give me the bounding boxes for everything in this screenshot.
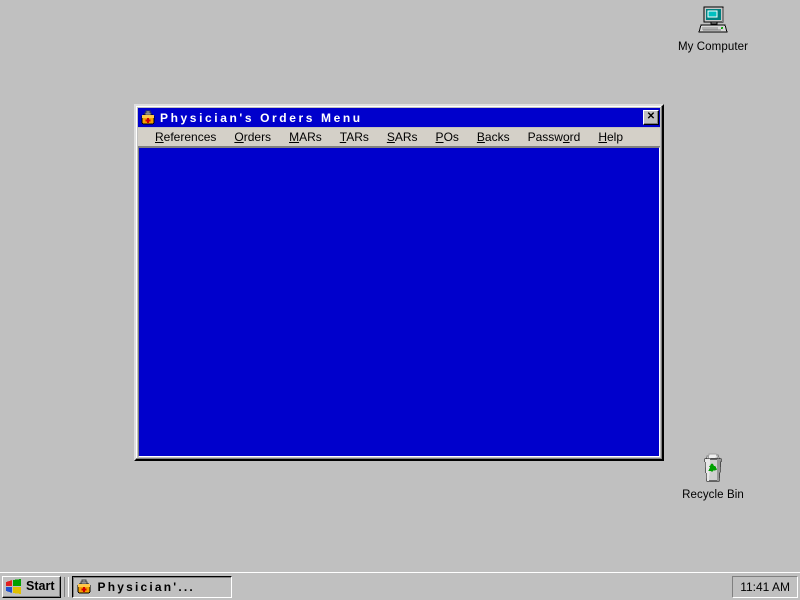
system-tray[interactable]: 11:41 AM [732, 575, 798, 598]
menu-item-help[interactable]: Help [589, 129, 632, 146]
menu-item-password[interactable]: Password [519, 129, 590, 146]
menu-item-mars[interactable]: MARs [280, 129, 331, 146]
desktop[interactable]: My Computer Recycle Bin Physician's Orde… [0, 0, 800, 572]
medical-bag-icon [140, 110, 156, 126]
task-button-label: Physician'... [97, 579, 195, 594]
menu-bar[interactable]: References Orders MARs TARs SARs POs Bac… [138, 128, 660, 147]
menu-item-orders[interactable]: Orders [225, 129, 280, 146]
menu-item-tars[interactable]: TARs [331, 129, 378, 146]
window-client-area[interactable] [138, 147, 660, 457]
task-button-list[interactable]: Physician'... [72, 575, 730, 598]
start-button[interactable]: Start [2, 575, 62, 598]
desktop-icon-label: Recycle Bin [682, 489, 744, 501]
taskbar[interactable]: Start Physician'... 11:41 AM [0, 572, 800, 600]
desktop-icon-my-computer[interactable]: My Computer [665, 4, 761, 54]
taskbar-clock: 11:41 AM [740, 579, 790, 594]
recycle-bin-icon [696, 452, 730, 486]
task-button-physicians-orders[interactable]: Physician'... [72, 575, 233, 598]
window-title-bar[interactable]: Physician's Orders Menu ✕ [138, 108, 660, 127]
menu-item-references[interactable]: References [146, 129, 225, 146]
medical-bag-icon [76, 579, 92, 595]
menu-item-sars[interactable]: SARs [378, 129, 427, 146]
menu-item-backs[interactable]: Backs [468, 129, 519, 146]
computer-icon [696, 4, 730, 38]
desktop-icon-recycle-bin[interactable]: Recycle Bin [665, 452, 761, 502]
desktop-icon-label: My Computer [677, 41, 749, 53]
physicians-orders-menu-window[interactable]: Physician's Orders Menu ✕ References Ord… [134, 104, 664, 461]
start-button-label: Start [26, 579, 55, 594]
taskbar-divider [64, 576, 70, 597]
windows-flag-icon [6, 579, 22, 594]
close-icon[interactable]: ✕ [643, 110, 659, 125]
menu-item-pos[interactable]: POs [427, 129, 468, 146]
window-title: Physician's Orders Menu [160, 110, 363, 125]
